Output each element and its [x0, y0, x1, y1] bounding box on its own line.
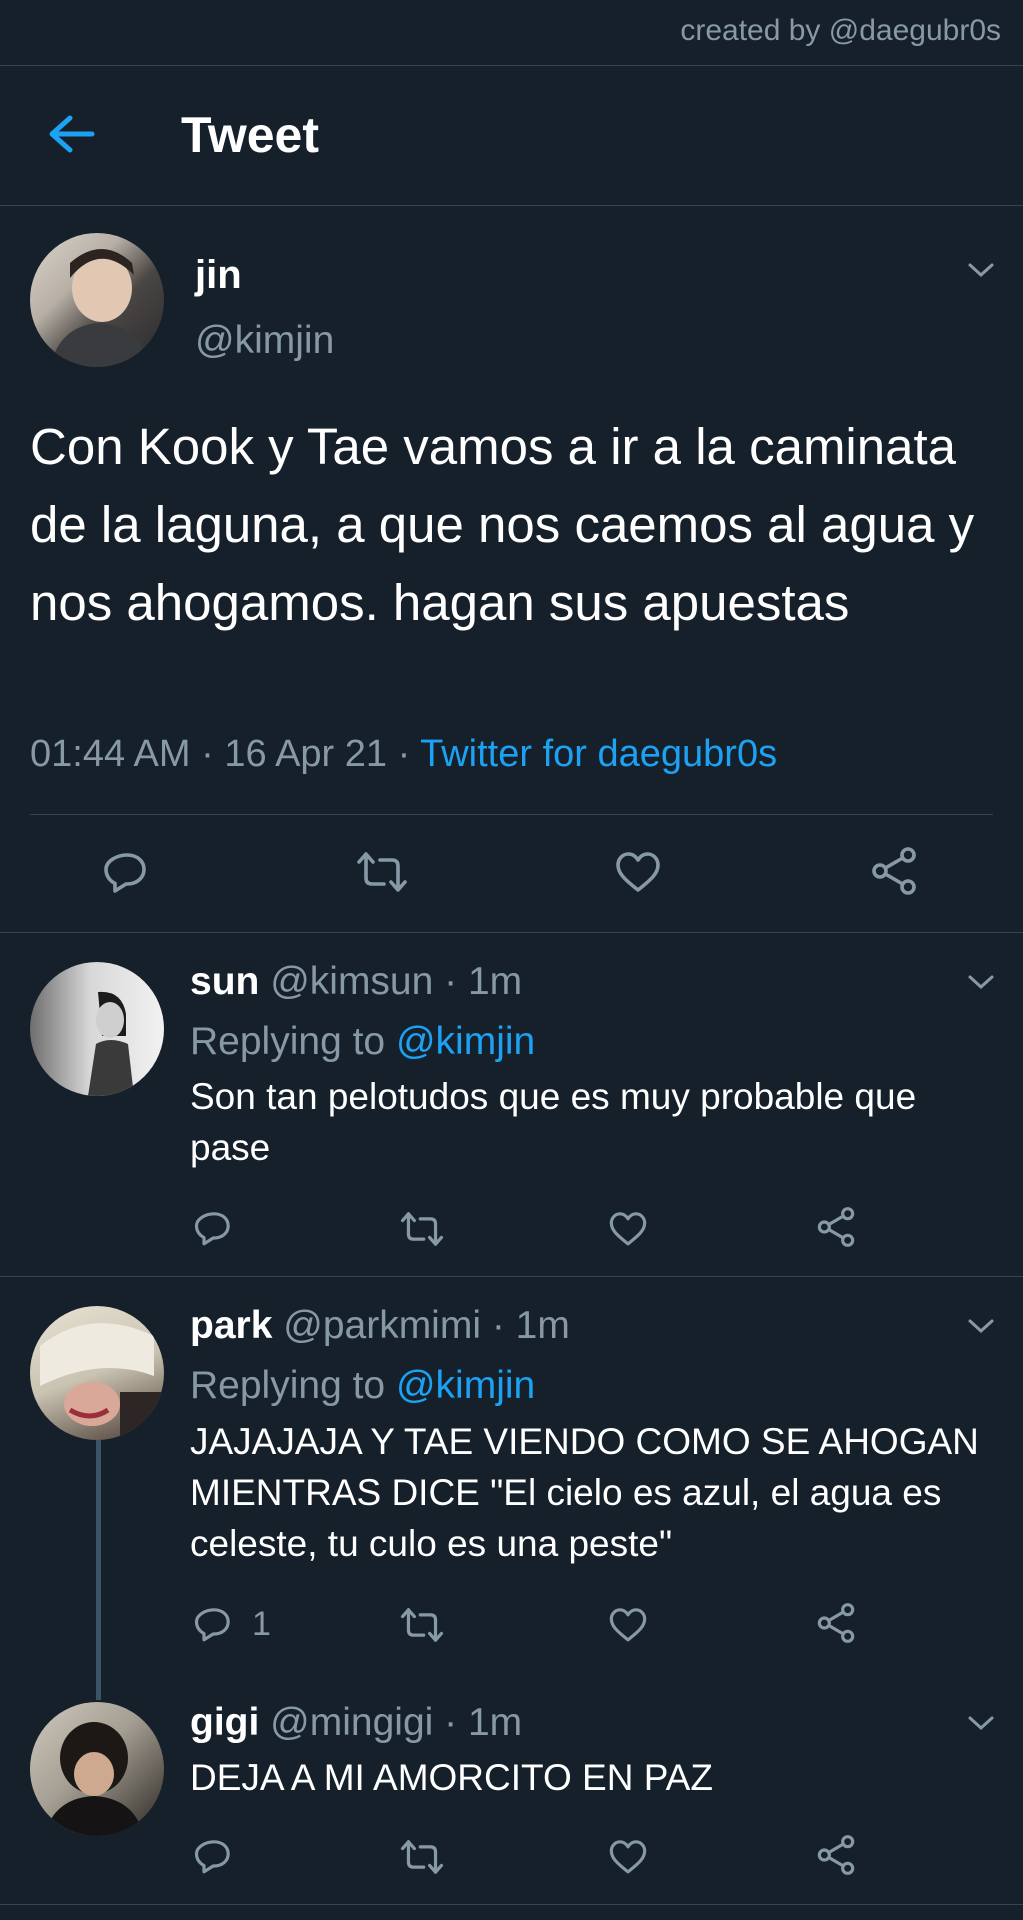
divider [30, 814, 993, 815]
reply-header: park @parkmimi · 1m [190, 1300, 570, 1351]
avatar[interactable] [30, 962, 164, 1096]
reply-count: 1 [252, 1605, 271, 1643]
reply-header: gigi @mingigi · 1m [190, 1697, 522, 1748]
replying-to: Replying to @kimjin [190, 1016, 535, 1067]
back-arrow-icon[interactable] [44, 112, 96, 156]
author-name[interactable]: jin [195, 250, 242, 301]
retweet-icon[interactable] [400, 1606, 444, 1644]
reply-icon[interactable] [194, 1604, 234, 1644]
like-icon[interactable] [608, 1208, 648, 1248]
divider [0, 932, 1023, 933]
author-handle[interactable]: @kimjin [195, 315, 334, 366]
reply-text: DEJA A MI AMORCITO EN PAZ [190, 1757, 713, 1798]
reply-header: sun @kimsun · 1m [190, 956, 522, 1007]
reply-author-name[interactable]: gigi [190, 1701, 259, 1744]
divider [0, 1904, 1023, 1905]
avatar[interactable] [30, 1306, 164, 1440]
chevron-down-icon[interactable] [966, 260, 996, 280]
tweet-date: 16 Apr 21 [224, 733, 388, 775]
page-title: Tweet [181, 107, 319, 163]
reply-author-handle[interactable]: @kimsun [270, 960, 433, 1003]
reply-time: · 1m [444, 960, 523, 1003]
reply-author-handle[interactable]: @mingigi [270, 1701, 433, 1744]
retweet-icon[interactable] [400, 1210, 444, 1248]
divider [0, 1276, 1023, 1277]
tweet-text: Con Kook y Tae vamos a ir a la caminata … [30, 418, 975, 631]
avatar-photo [50, 249, 150, 367]
avatar-photo [40, 1323, 164, 1440]
share-icon[interactable] [870, 846, 918, 896]
replying-to-handle[interactable]: @kimjin [396, 1364, 535, 1407]
avatar-photo [88, 991, 134, 1096]
share-icon[interactable] [816, 1834, 856, 1876]
reply-time: · 1m [491, 1304, 570, 1347]
chevron-down-icon[interactable] [966, 972, 996, 992]
meta-separator: · [387, 733, 421, 775]
avatar-photo [44, 1722, 144, 1836]
replying-to-handle[interactable]: @kimjin [396, 1020, 535, 1063]
credit-text: created by @daegubr0s [680, 14, 1001, 47]
avatar[interactable] [30, 233, 164, 367]
like-icon[interactable] [608, 1836, 648, 1876]
chevron-down-icon[interactable] [966, 1713, 996, 1733]
divider [0, 65, 1023, 66]
reply-author-name[interactable]: park [190, 1304, 272, 1347]
replying-to-label: Replying to [190, 1020, 386, 1063]
share-icon[interactable] [816, 1602, 856, 1644]
reply-icon[interactable] [103, 848, 151, 896]
meta-separator: · [190, 733, 225, 775]
replying-to: Replying to @kimjin [190, 1360, 535, 1411]
like-icon[interactable] [614, 848, 662, 894]
retweet-icon[interactable] [400, 1838, 444, 1876]
tweet-source-link[interactable]: Twitter for daegubr0s [420, 733, 777, 775]
reply-text: Son tan pelotudos que es muy probable qu… [190, 1076, 917, 1168]
divider [0, 205, 1023, 206]
chevron-down-icon[interactable] [966, 1316, 996, 1336]
thread-line [96, 1440, 101, 1700]
reply-author-name[interactable]: sun [190, 960, 259, 1003]
like-icon[interactable] [608, 1604, 648, 1644]
tweet-time: 01:44 AM [30, 733, 191, 775]
avatar[interactable] [30, 1702, 164, 1836]
share-icon[interactable] [816, 1206, 856, 1248]
reply-text: JAJAJAJA Y TAE VIENDO COMO SE AHOGAN MIE… [190, 1421, 979, 1564]
replying-to-label: Replying to [190, 1364, 386, 1407]
reply-author-handle[interactable]: @parkmimi [283, 1304, 481, 1347]
reply-icon[interactable] [194, 1208, 234, 1248]
reply-icon[interactable] [194, 1836, 234, 1876]
reply-time: · 1m [444, 1701, 523, 1744]
tweet-meta: 01:44 AM · 16 Apr 21 · Twitter for daegu… [30, 733, 777, 776]
retweet-icon[interactable] [356, 850, 408, 894]
